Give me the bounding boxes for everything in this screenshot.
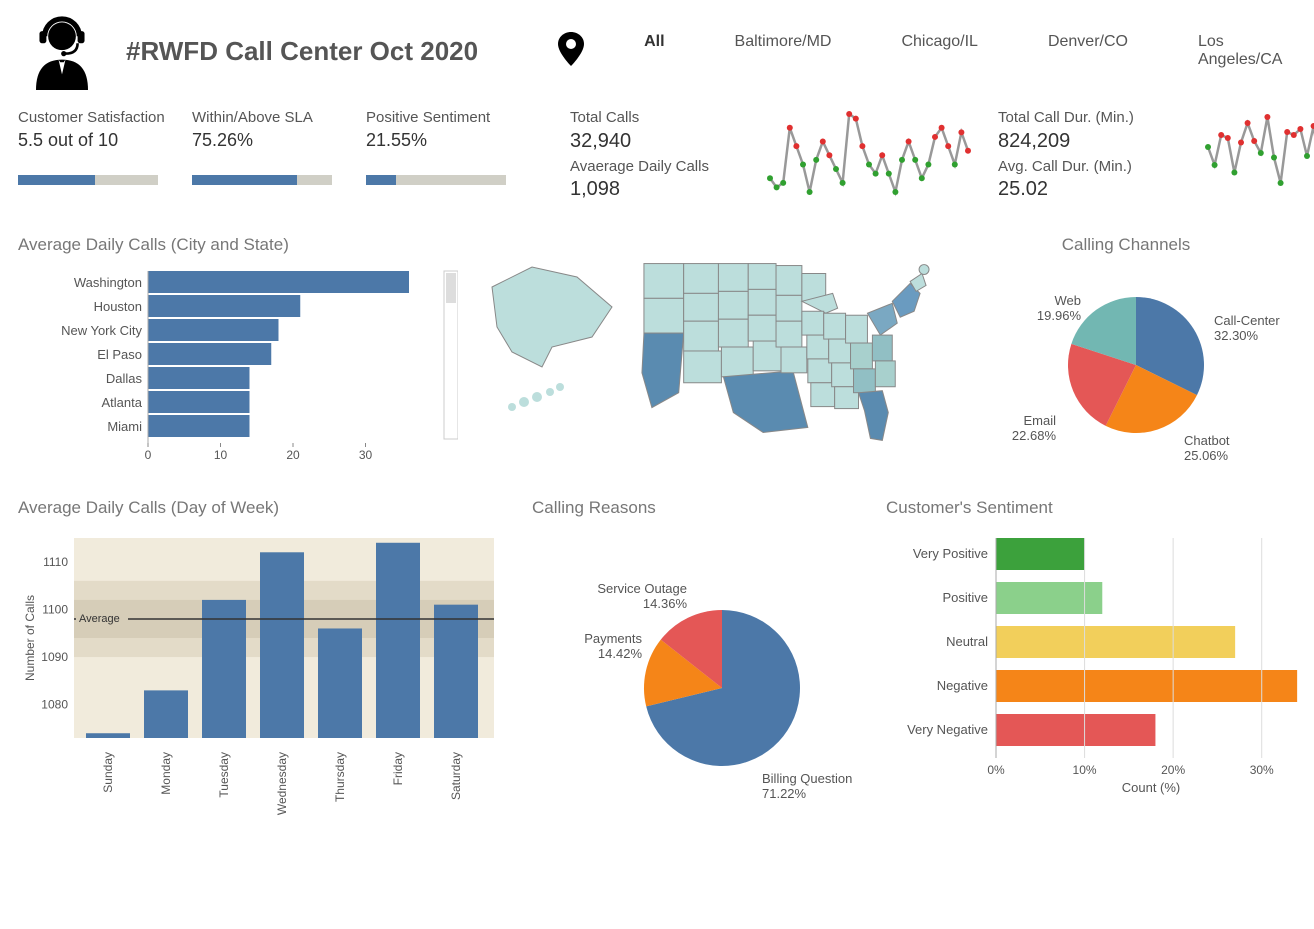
svg-text:Chatbot: Chatbot	[1184, 433, 1230, 448]
svg-text:10: 10	[214, 448, 228, 462]
kpi-sla-bar	[192, 175, 332, 185]
svg-text:Payments: Payments	[584, 631, 642, 646]
svg-text:Positive: Positive	[942, 590, 988, 605]
svg-text:Count (%): Count (%)	[1122, 780, 1181, 795]
location-filters: All Baltimore/MD Chicago/IL Denver/CO Lo…	[644, 33, 1296, 69]
svg-text:Dallas: Dallas	[106, 371, 143, 386]
svg-text:Billing Question: Billing Question	[762, 771, 852, 786]
svg-text:1090: 1090	[41, 650, 68, 664]
svg-text:El Paso: El Paso	[97, 347, 142, 362]
svg-text:19.96%: 19.96%	[1037, 308, 1082, 323]
svg-text:10%: 10%	[1073, 763, 1097, 777]
header: #RWFD Call Center Oct 2020 All Baltimore…	[18, 12, 1296, 90]
us-map	[482, 227, 932, 470]
chart-dow: Average Daily Calls (Day of Week) Sunday…	[18, 490, 508, 823]
svg-text:14.36%: 14.36%	[643, 596, 688, 611]
kpi-positive: Positive Sentiment 21.55%	[366, 108, 516, 185]
sparkline-duration	[1202, 108, 1314, 203]
svg-text:Atlanta: Atlanta	[102, 395, 143, 410]
chart-city-bars: Average Daily Calls (City and State) Was…	[18, 227, 458, 470]
svg-text:30: 30	[359, 448, 373, 462]
alaska-hawaii-map	[482, 257, 622, 427]
svg-text:Wednesday: Wednesday	[275, 752, 289, 815]
svg-text:1100: 1100	[42, 602, 68, 616]
svg-text:Web: Web	[1055, 293, 1082, 308]
svg-text:0: 0	[145, 448, 152, 462]
svg-text:14.42%: 14.42%	[598, 646, 643, 661]
svg-text:1080: 1080	[41, 698, 68, 712]
svg-text:Service Outage: Service Outage	[597, 581, 687, 596]
kpi-csat-bar	[18, 175, 158, 185]
svg-text:Monday: Monday	[159, 752, 173, 795]
svg-text:Number of Calls: Number of Calls	[246, 463, 340, 465]
filter-all[interactable]: All	[644, 33, 664, 69]
svg-text:Email: Email	[1023, 413, 1056, 428]
svg-text:Friday: Friday	[391, 752, 405, 785]
filter-la[interactable]: Los Angeles/CA	[1198, 33, 1296, 69]
svg-text:25.06%: 25.06%	[1184, 448, 1229, 463]
kpi-csat: Customer Satisfaction 5.5 out of 10	[18, 108, 168, 185]
kpi-total-calls: Total Calls 32,940 Avaerage Daily Calls …	[570, 108, 740, 201]
svg-text:Houston: Houston	[94, 299, 142, 314]
svg-text:Call-Center: Call-Center	[1214, 313, 1280, 328]
svg-text:Number of Calls: Number of Calls	[23, 595, 37, 681]
kpi-duration: Total Call Dur. (Min.) 824,209 Avg. Call…	[998, 108, 1178, 201]
svg-text:Very Negative: Very Negative	[907, 722, 988, 737]
chart-channels: Calling Channels Call-Center32.30%Chatbo…	[956, 227, 1296, 470]
page-title: #RWFD Call Center Oct 2020	[126, 36, 478, 67]
svg-text:22.68%: 22.68%	[1012, 428, 1057, 443]
svg-text:Sunday: Sunday	[101, 752, 115, 793]
chart-sentiment: Customer's Sentiment Very PositivePositi…	[886, 490, 1314, 823]
kpi-row: Customer Satisfaction 5.5 out of 10 With…	[18, 108, 1296, 203]
continental-us-map	[634, 253, 932, 443]
svg-text:Washington: Washington	[74, 275, 142, 290]
svg-text:Miami: Miami	[107, 419, 142, 434]
svg-text:Negative: Negative	[937, 678, 988, 693]
sparkline-calls	[764, 108, 974, 203]
svg-text:Thursday: Thursday	[333, 752, 347, 802]
kpi-positive-bar	[366, 175, 506, 185]
agent-icon	[18, 12, 106, 90]
chart-reasons: Calling Reasons Billing Question71.22%Pa…	[532, 490, 862, 823]
svg-text:Saturday: Saturday	[449, 752, 463, 800]
svg-text:Average: Average	[79, 613, 120, 625]
svg-text:Tuesday: Tuesday	[217, 752, 231, 798]
svg-text:New York City: New York City	[61, 323, 142, 338]
svg-text:71.22%: 71.22%	[762, 786, 807, 801]
svg-text:30%: 30%	[1250, 763, 1274, 777]
filter-chicago[interactable]: Chicago/IL	[901, 33, 978, 69]
svg-text:1110: 1110	[43, 555, 68, 569]
location-pin-icon	[558, 32, 584, 71]
filter-baltimore[interactable]: Baltimore/MD	[735, 33, 832, 69]
svg-text:Very Positive: Very Positive	[913, 546, 988, 561]
svg-text:Neutral: Neutral	[946, 634, 988, 649]
kpi-sla: Within/Above SLA 75.26%	[192, 108, 342, 185]
svg-text:32.30%: 32.30%	[1214, 328, 1259, 343]
svg-text:0%: 0%	[987, 763, 1005, 777]
filter-denver[interactable]: Denver/CO	[1048, 33, 1128, 69]
svg-text:20: 20	[286, 448, 300, 462]
svg-text:20%: 20%	[1161, 763, 1185, 777]
